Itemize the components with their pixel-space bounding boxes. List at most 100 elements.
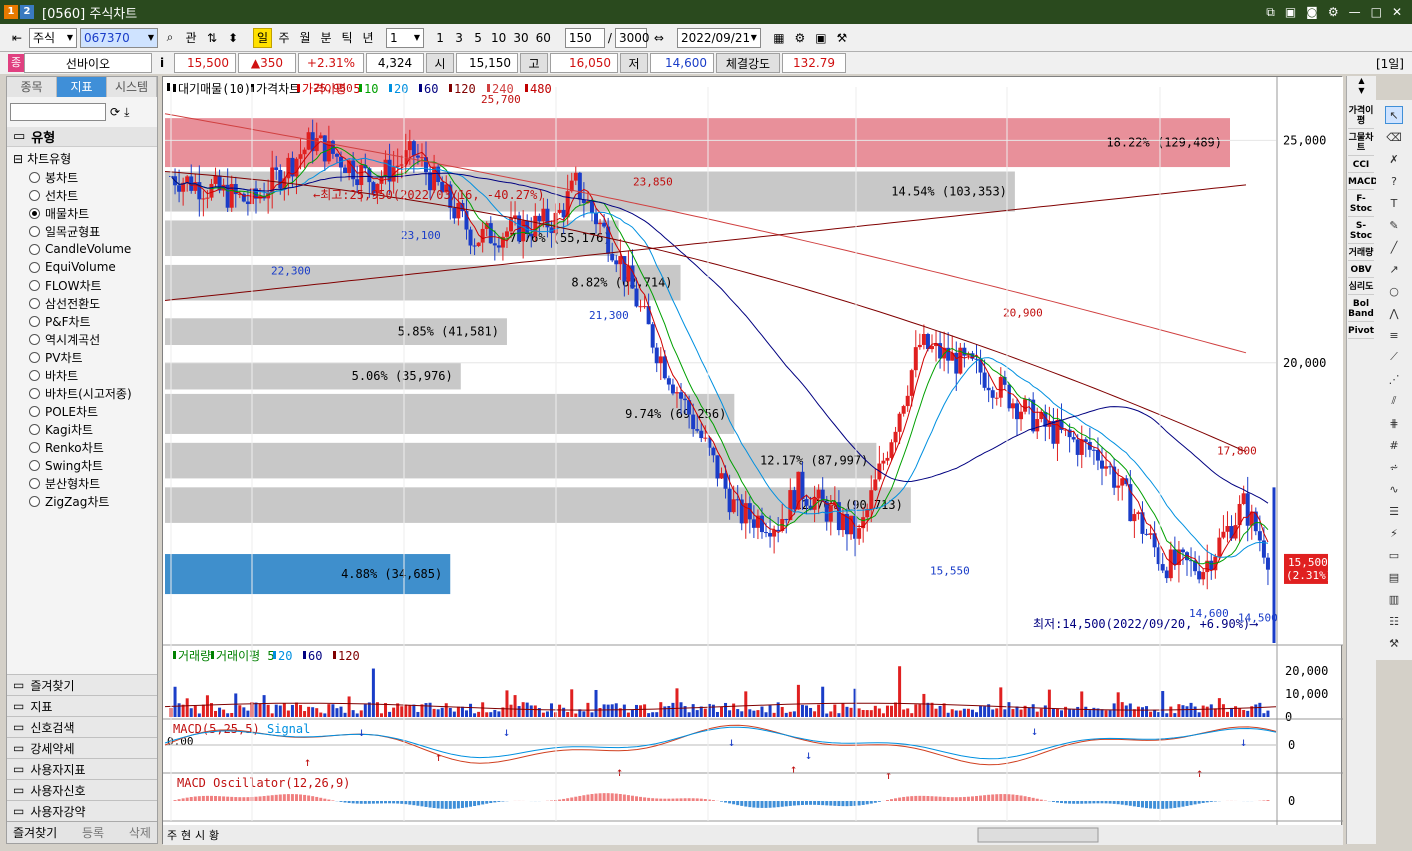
panel-toggle-icon[interactable]: ⇤	[8, 27, 26, 48]
left-section-0[interactable]: ▭ 즐겨찾기	[7, 674, 157, 695]
grid-icon[interactable]: #	[1385, 436, 1403, 454]
indicator-shortcut[interactable]: 심리도	[1348, 280, 1374, 295]
indicator-search-input[interactable]	[10, 103, 106, 121]
pen-icon[interactable]: ✎	[1385, 216, 1403, 234]
zigzag-icon[interactable]: ⋀	[1385, 304, 1403, 322]
radio-icon[interactable]	[29, 495, 40, 507]
interval-button-3[interactable]: 3	[450, 27, 469, 48]
left-section-6[interactable]: ▭ 사용자강약	[7, 800, 157, 821]
chart-svg[interactable]: 18.22% (129,489)14.54% (103,353)7.76% (5…	[163, 77, 1343, 845]
chart-type-item[interactable]: 분산형차트	[29, 474, 157, 492]
hline-icon[interactable]: ≡	[1385, 326, 1403, 344]
sort-icon[interactable]: ⇅	[203, 27, 221, 48]
radio-icon[interactable]	[29, 279, 40, 291]
display-count-input[interactable]: 150	[564, 27, 605, 48]
chart-type-item[interactable]: 삼선전환도	[29, 294, 157, 312]
maximize-icon[interactable]: □	[1371, 5, 1382, 20]
period-button-0[interactable]: 일	[253, 27, 273, 48]
left-tab-2[interactable]: 시스템	[107, 77, 157, 97]
interval-button-30[interactable]: 30	[510, 27, 532, 48]
auto-icon[interactable]: ⚡	[1385, 524, 1403, 542]
indicator-shortcut[interactable]: Bol Band	[1348, 297, 1374, 322]
chart-type-item[interactable]: P&F차트	[29, 312, 157, 330]
indicator-shortcut[interactable]: S-Stoc	[1348, 219, 1374, 244]
left-section-1[interactable]: ▭ 지표	[7, 695, 157, 716]
indicator-shortcut[interactable]: MACD	[1348, 175, 1378, 190]
gear-icon[interactable]: ⚙	[1328, 5, 1339, 20]
chart-type-item[interactable]: CandleVolume	[29, 240, 157, 258]
left-section-5[interactable]: ▭ 사용자신호	[7, 779, 157, 800]
fan-icon[interactable]: ⋰	[1385, 370, 1403, 388]
indicator-shortcut[interactable]: 거래량	[1348, 246, 1374, 261]
radio-icon[interactable]	[29, 477, 40, 489]
cursor-icon[interactable]: ↖	[1385, 106, 1403, 124]
radio-icon[interactable]	[29, 207, 40, 219]
market-select[interactable]: 주식 ▼	[29, 27, 77, 48]
left-section-3[interactable]: ▭ 강세약세	[7, 737, 157, 758]
save-icon[interactable]: ▣	[1285, 5, 1296, 20]
disk-icon[interactable]: ▣	[811, 27, 830, 48]
delete-all-icon[interactable]: ✗	[1385, 150, 1403, 168]
download-icon[interactable]: ⤓	[124, 105, 129, 120]
chart-type-item[interactable]: Swing차트	[29, 456, 157, 474]
stock-code-input[interactable]: 067370 ▼	[80, 27, 158, 48]
chart-type-item[interactable]: 선차트	[29, 186, 157, 204]
period-button-3[interactable]: 분	[317, 27, 336, 48]
chart-area[interactable]: 18.22% (129,489) 14.54% (103,353) 7.76% (5…	[162, 76, 1343, 845]
radio-icon[interactable]	[29, 225, 40, 237]
level-icon[interactable]: ☰	[1385, 502, 1403, 520]
gwan-button[interactable]: 관	[182, 27, 200, 48]
info-icon[interactable]: i	[156, 56, 168, 70]
chart-type-item[interactable]: PV차트	[29, 348, 157, 366]
radio-icon[interactable]	[29, 459, 40, 471]
chart-type-item[interactable]: ZigZag차트	[29, 492, 157, 510]
radio-icon[interactable]	[29, 243, 40, 255]
chart-type-item[interactable]: 역시계곡선	[29, 330, 157, 348]
indicator-shortcut[interactable]: OBV	[1348, 263, 1374, 278]
camera-icon[interactable]: ◙	[1306, 5, 1318, 20]
delete-button[interactable]: 삭제	[129, 824, 151, 841]
text-icon[interactable]: T	[1385, 194, 1403, 212]
gann-icon[interactable]: ⟋	[1385, 348, 1403, 366]
ray-icon[interactable]: ↗	[1385, 260, 1403, 278]
chart-type-item[interactable]: FLOW차트	[29, 276, 157, 294]
settings-icon[interactable]: ⚙	[790, 27, 809, 48]
wave-icon[interactable]: ∿	[1385, 480, 1403, 498]
radio-icon[interactable]	[29, 297, 40, 309]
radio-icon[interactable]	[29, 261, 40, 273]
scroll-up-icon[interactable]: ▲	[1347, 76, 1376, 86]
list-icon[interactable]: ☷	[1385, 612, 1403, 630]
interval-button-5[interactable]: 5	[469, 27, 488, 48]
radio-icon[interactable]	[29, 171, 40, 183]
left-section-2[interactable]: ▭ 신호검색	[7, 716, 157, 737]
radio-icon[interactable]	[29, 423, 40, 435]
chart-type-item[interactable]: 바차트	[29, 366, 157, 384]
chart-type-item[interactable]: POLE차트	[29, 402, 157, 420]
period-button-4[interactable]: 틱	[338, 27, 357, 48]
indicator-shortcut[interactable]: Pivot	[1348, 324, 1374, 339]
radio-icon[interactable]	[29, 387, 40, 399]
updown-icon[interactable]: ⬍	[224, 27, 242, 48]
wrench-icon[interactable]: ⚒	[1385, 634, 1403, 652]
circle-icon[interactable]: ○	[1385, 282, 1403, 300]
interval-button-1[interactable]: 1	[431, 27, 450, 48]
chart-type-item[interactable]: Kagi차트	[29, 420, 157, 438]
left-section-4[interactable]: ▭ 사용자지표	[7, 758, 157, 779]
chart-type-item[interactable]: 매물차트	[29, 204, 157, 222]
register-button[interactable]: 등록	[82, 824, 104, 841]
fibo-icon[interactable]: ⋕	[1385, 414, 1403, 432]
favorites-tab[interactable]: 즐겨찾기	[13, 824, 57, 841]
radio-icon[interactable]	[29, 315, 40, 327]
line-icon[interactable]: ╱	[1385, 238, 1403, 256]
period-button-2[interactable]: 월	[296, 27, 315, 48]
radio-icon[interactable]	[29, 405, 40, 417]
indicator-shortcut[interactable]: 그물차트	[1348, 131, 1374, 156]
help-icon[interactable]: ?	[1385, 172, 1403, 190]
radio-icon[interactable]	[29, 441, 40, 453]
section-type-header[interactable]: ▭ 유형	[7, 127, 157, 147]
count-select[interactable]: 1 ▼	[386, 27, 425, 48]
window-icon[interactable]: ▭	[1385, 546, 1403, 564]
channel-icon[interactable]: ⩫	[1385, 458, 1403, 476]
radio-icon[interactable]	[29, 189, 40, 201]
chart-type-item[interactable]: EquiVolume	[29, 258, 157, 276]
